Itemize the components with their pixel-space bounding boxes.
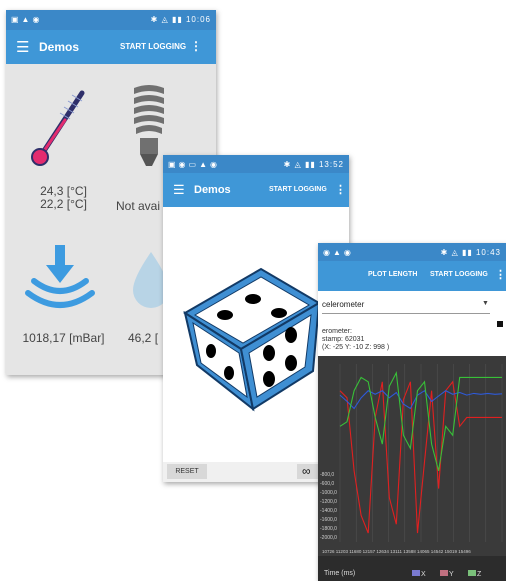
legend-z-swatch xyxy=(468,570,476,576)
status-bar: ▣▲◉ ✱ ◬ ▮▮ 10:06 xyxy=(6,10,216,30)
chart-canvas: -800,0 -600,0 -1000,0 -1200,0 -1400,0 -1600,0… xyxy=(320,364,503,554)
toolbar: PLOT LENGTH START LOGGING ⋮ xyxy=(318,261,506,291)
legend-x[interactable]: X xyxy=(412,570,426,578)
pressure-icon xyxy=(25,245,95,308)
overflow-menu-icon[interactable]: ⋮ xyxy=(335,183,346,196)
start-logging-button[interactable]: START LOGGING xyxy=(430,271,488,278)
start-logging-button[interactable]: START LOGGING xyxy=(269,186,327,193)
y-tick-label: -800,0 xyxy=(320,472,334,478)
hamburger-menu-icon[interactable]: ☰ xyxy=(16,38,29,56)
time-axis-label: Time (ms) xyxy=(324,570,356,577)
legend-z[interactable]: Z xyxy=(468,570,481,578)
accelerometer-chart: -800,0 -600,0 -1000,0 -1200,0 -1400,0 -1600,0… xyxy=(318,356,506,556)
legend-y[interactable]: Y xyxy=(440,570,454,578)
status-time: ✱ ◬ ▮▮ 10:06 xyxy=(150,15,211,24)
dropdown-arrow-icon[interactable]: ▼ xyxy=(482,300,489,307)
y-tick-label: -600,0 xyxy=(320,481,334,487)
accelerometer-plot-screen: ◉▲◉ ✱ ◬ ▮▮ 10:43 PLOT LENGTH START LOGGI… xyxy=(318,243,506,581)
info-line-1: erometer: xyxy=(322,328,352,335)
pressure-value: 1018,17 [mBar] xyxy=(22,331,105,345)
infinity-icon: ∞ xyxy=(302,464,311,478)
thermometer-icon xyxy=(31,90,85,166)
toolbar: ☰ Demos START LOGGING ⋮ xyxy=(163,173,349,207)
status-time: ✱ ◬ ▮▮ 10:43 xyxy=(440,248,501,257)
y-tick-label: -1800,0 xyxy=(320,526,337,532)
select-underline xyxy=(322,313,490,314)
sensor-select[interactable]: celerometer xyxy=(322,300,364,309)
start-logging-button[interactable]: START LOGGING xyxy=(120,42,186,51)
reset-button[interactable]: RESET xyxy=(167,464,207,479)
y-tick-label: -1200,0 xyxy=(320,499,337,505)
status-icons: ▣▲◉ xyxy=(11,15,43,24)
status-icons: ◉▲◉ xyxy=(323,248,354,257)
toolbar: ☰ Demos START LOGGING ⋮ xyxy=(6,30,216,64)
dice-3d-view xyxy=(183,267,321,412)
sensor-info: erometer: stamp: 62031 (X: -25 Y: -10 Z:… xyxy=(322,328,389,352)
overflow-menu-icon[interactable]: ⋮ xyxy=(495,268,506,281)
y-tick-label: -1000,0 xyxy=(320,490,337,496)
chart-footer: Time (ms) X Y Z xyxy=(318,556,506,581)
info-line-3: (X: -25 Y: -10 Z: 998 ) xyxy=(322,344,390,351)
legend-x-swatch xyxy=(412,570,420,576)
x-tick-labels: 10726 11203 11680 12157 12634 13111 1358… xyxy=(322,549,471,554)
stop-icon[interactable] xyxy=(497,321,503,327)
legend-y-swatch xyxy=(440,570,448,576)
overflow-menu-icon[interactable]: ⋮ xyxy=(190,39,202,53)
status-bar: ▣◉▭▲◉ ✱ ◬ ▮▮ 13:52 xyxy=(163,155,349,173)
temperature-value-2: 22,2 [°C] xyxy=(40,197,87,211)
status-bar: ◉▲◉ ✱ ◬ ▮▮ 10:43 xyxy=(318,243,506,261)
info-line-2: stamp: 62031 xyxy=(322,336,365,343)
toolbar-title: Demos xyxy=(39,40,80,54)
status-icons: ▣◉▭▲◉ xyxy=(168,160,220,169)
y-tick-label: -1600,0 xyxy=(320,517,337,523)
hamburger-menu-icon[interactable]: ☰ xyxy=(173,182,185,198)
status-time: ✱ ◬ ▮▮ 13:52 xyxy=(283,160,344,169)
toolbar-title: Demos xyxy=(194,184,231,196)
plot-length-button[interactable]: PLOT LENGTH xyxy=(368,271,417,278)
y-tick-label: -1400,0 xyxy=(320,508,337,514)
y-tick-label: -2000,0 xyxy=(320,535,337,541)
